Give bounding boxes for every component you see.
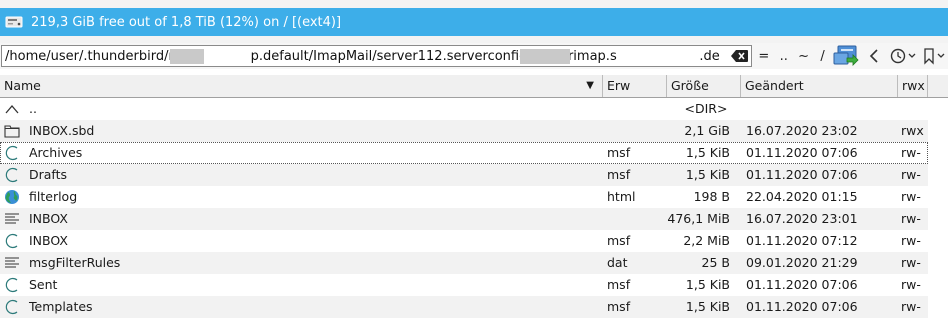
file-attr: rw- [901,255,921,270]
sort-down-icon: ▼ [586,80,594,91]
column-ext-label: Erw [607,78,631,93]
file-name: msgFilterRules [29,255,121,270]
file-date: 01.11.2020 07:06 [746,167,858,182]
parent-dir-icon [3,98,21,120]
generic-file-icon [3,296,21,318]
file-name: Templates [29,299,93,314]
file-size: 198 B [693,189,730,204]
file-attr: rw- [901,233,921,248]
file-date: 09.01.2020 21:29 [746,255,858,270]
list-item[interactable]: Drafts msf 1,5 KiB 01.11.2020 07:06 rw- [0,164,928,186]
file-ext: dat [607,255,628,270]
generic-file-icon [3,142,21,164]
file-size: 1,5 KiB [685,277,730,292]
column-attr[interactable]: rwx [898,75,928,97]
file-date: 16.07.2020 23:01 [746,211,858,226]
globe-icon [3,186,21,208]
list-item[interactable]: Archives msf 1,5 KiB 01.11.2020 07:06 rw… [0,142,928,164]
path-row: /home/user/.thunderbird/nx5 p.default/Im… [0,43,948,69]
back-arrow-icon[interactable] [863,45,885,67]
path-input[interactable]: /home/user/.thunderbird/nx5 p.default/Im… [1,45,752,67]
file-attr: rw- [901,167,921,182]
file-size: 1,5 KiB [685,299,730,314]
file-attr: rw- [901,145,921,160]
file-size: 25 B [701,255,730,270]
file-name: INBOX [29,211,68,226]
file-ext: msf [607,277,631,292]
column-header: Name ▼ Erw Größe Geändert rwx [0,75,948,98]
file-size: 2,1 GiB [684,123,730,138]
redaction-block [520,49,570,64]
list-item[interactable]: Templates msf 1,5 KiB 01.11.2020 07:06 r… [0,296,928,318]
list-item[interactable]: Sent msf 1,5 KiB 01.11.2020 07:06 rw- [0,274,928,296]
compare-button[interactable]: = [755,45,773,67]
bookmark-icon[interactable] [922,45,948,67]
file-date: 16.07.2020 23:02 [746,123,858,138]
file-ext: msf [607,167,631,182]
file-list: .. <DIR> INBOX.sbd 2,1 GiB 16.07.2020 23… [0,98,928,318]
file-name: INBOX.sbd [29,123,95,138]
file-size: 1,5 KiB [685,145,730,160]
drive-free-space-label: 219,3 GiB free out of 1,8 TiB (12%) on /… [31,14,342,30]
backspace-icon[interactable] [731,48,749,64]
file-date: 01.11.2020 07:12 [746,233,858,248]
file-attr: rwx [901,123,924,138]
folder-icon [3,120,21,142]
file-ext: msf [607,145,631,160]
file-name: Archives [29,145,83,160]
file-size: 1,5 KiB [685,167,730,182]
text-file-icon [3,252,21,274]
column-size-label: Größe [671,78,709,93]
file-date: 22.04.2020 01:15 [746,189,858,204]
file-ext: html [607,189,636,204]
list-item[interactable]: filterlog html 198 B 22.04.2020 01:15 rw… [0,186,928,208]
drive-info-bar[interactable]: 219,3 GiB free out of 1,8 TiB (12%) on /… [0,8,948,36]
text-file-icon [3,208,21,230]
file-size: <DIR> [684,101,728,116]
drive-icon [5,13,23,31]
file-date: 01.11.2020 07:06 [746,299,858,314]
home-dir-button[interactable]: ~ [795,45,813,67]
redaction-block [170,49,204,64]
sync-dirs-icon[interactable] [831,45,861,67]
generic-file-icon [3,230,21,252]
file-attr: rw- [901,211,921,226]
file-attr: rw- [901,299,921,314]
column-date[interactable]: Geändert [741,75,898,97]
file-name: filterlog [29,189,78,204]
path-text: /home/user/.thunderbird/nx5 p.default/Im… [5,48,720,64]
file-attr: rw- [901,277,921,292]
column-name[interactable]: Name ▼ [0,75,603,97]
file-name: Drafts [29,167,68,182]
column-attr-label: rwx [902,78,925,93]
file-attr: rw- [901,189,921,204]
file-name: INBOX [29,233,68,248]
file-date: 01.11.2020 07:06 [746,277,858,292]
column-size[interactable]: Größe [667,75,741,97]
list-item-parent[interactable]: .. <DIR> [0,98,928,120]
file-ext: msf [607,233,631,248]
file-name: .. [29,101,37,116]
generic-file-icon [3,164,21,186]
parent-dir-button[interactable]: .. [775,45,793,67]
history-icon[interactable] [888,45,918,67]
generic-file-icon [3,274,21,296]
column-name-label: Name [4,78,41,93]
file-date: 01.11.2020 07:06 [746,145,858,160]
column-ext[interactable]: Erw [603,75,667,97]
file-size: 2,2 MiB [683,233,730,248]
file-ext: msf [607,299,631,314]
file-name: Sent [29,277,58,292]
list-item[interactable]: INBOX msf 2,2 MiB 01.11.2020 07:12 rw- [0,230,928,252]
list-item[interactable]: msgFilterRules dat 25 B 09.01.2020 21:29… [0,252,928,274]
file-size: 476,1 MiB [667,211,730,226]
root-dir-button[interactable]: / [815,45,831,67]
list-item[interactable]: INBOX 476,1 MiB 16.07.2020 23:01 rw- [0,208,928,230]
column-date-label: Geändert [745,78,804,93]
list-item[interactable]: INBOX.sbd 2,1 GiB 16.07.2020 23:02 rwx [0,120,928,142]
